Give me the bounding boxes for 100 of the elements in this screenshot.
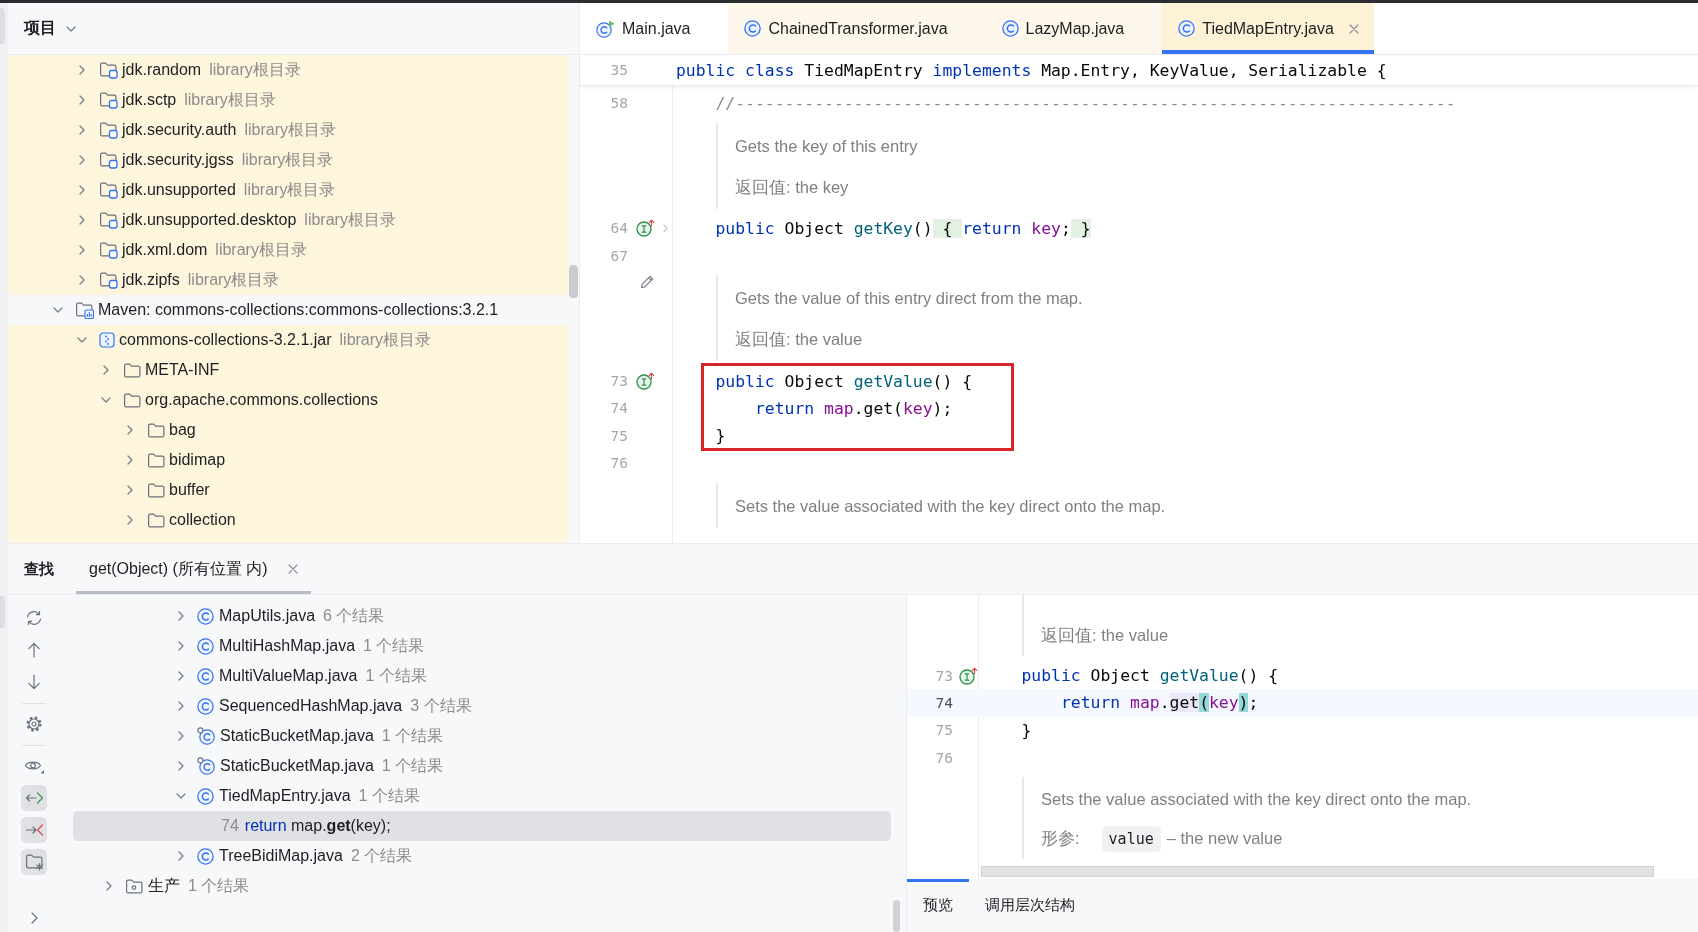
chevron-down-icon[interactable] (66, 25, 76, 32)
close-icon[interactable] (287, 564, 298, 574)
folder-badge-icon (99, 271, 118, 289)
chevron-right-icon[interactable] (127, 485, 133, 495)
preview-tab[interactable]: 预览 (907, 879, 969, 932)
search-tab[interactable]: get(Object) (所有位置 内) (76, 544, 311, 594)
result-row[interactable]: StaticBucketMap.java 1 个结果 (73, 721, 891, 751)
code-line: public Object getValue() { (1021, 666, 1279, 686)
editor-tab[interactable]: LazyMap.java (985, 3, 1163, 54)
tree-row[interactable]: Maven: commons-collections:commons-collections:3.2.1 (8, 295, 568, 325)
chevron-right-icon[interactable] (79, 275, 85, 285)
chevron-down-icon[interactable] (77, 337, 87, 343)
tree-item-label: bag (169, 421, 196, 439)
chevron-right-icon[interactable] (127, 455, 133, 465)
result-row[interactable]: SequencedHashMap.java 3 个结果 (73, 691, 891, 721)
folder-badge-icon (99, 151, 118, 169)
result-row[interactable]: 生产 1 个结果 (73, 871, 891, 901)
result-file-name: 生产 (148, 875, 180, 896)
chevron-right-icon[interactable] (30, 912, 38, 924)
code-snippet: return map.get(key); (244, 817, 391, 835)
archive-icon (99, 332, 115, 348)
pencil-icon[interactable] (639, 273, 655, 290)
close-icon[interactable] (1348, 23, 1359, 34)
result-count: 1 个结果 (188, 875, 250, 896)
chevron-right-icon[interactable] (79, 155, 85, 165)
chevron-right-icon[interactable] (79, 95, 85, 105)
panel-title[interactable]: 项目 (24, 18, 56, 39)
tree-item-note: library根目录 (304, 209, 396, 230)
arrow-down-icon[interactable] (27, 674, 41, 690)
line-number: 75 (934, 722, 953, 739)
doc-text: Gets the key of this entry (735, 135, 918, 157)
class-icon (744, 20, 762, 37)
editor-tab[interactable]: TiedMapEntry.java (1162, 3, 1374, 54)
preview-tab[interactable]: 调用层次结构 (969, 879, 1091, 932)
chevron-down-icon[interactable] (176, 793, 186, 799)
result-count: 3 个结果 (410, 695, 472, 716)
doc-text: 返回值: the key (735, 176, 849, 198)
result-count: 1 个结果 (363, 635, 425, 656)
editor-tab[interactable]: ChainedTransformer.java (728, 3, 986, 54)
result-row[interactable]: StaticBucketMap.java 1 个结果 (73, 751, 891, 781)
tree-item-note: library根目录 (243, 179, 336, 200)
chevron-right-icon[interactable] (79, 65, 85, 75)
write-access-button[interactable] (21, 817, 47, 843)
chevron-right-icon[interactable] (79, 125, 85, 135)
doc-text: 返回值: the value (735, 329, 863, 351)
code-line: } (715, 426, 726, 446)
implementation-marker-icon[interactable] (636, 372, 655, 391)
result-count: 1 个结果 (381, 725, 444, 746)
tree-item-label: collection (169, 511, 236, 529)
class-icon (1001, 20, 1019, 37)
chevron-right-icon[interactable] (178, 641, 184, 651)
horizontal-scrollbar[interactable] (981, 866, 1654, 877)
result-row[interactable]: MultiHashMap.java 1 个结果 (73, 631, 891, 661)
class-icon (197, 727, 215, 745)
chevron-down-icon[interactable] (101, 397, 111, 403)
result-row[interactable]: MultiValueMap.java 1 个结果 (73, 661, 891, 691)
arrow-up-icon[interactable] (27, 642, 41, 658)
line-number: 74 (934, 694, 953, 711)
scrollbar-thumb[interactable] (893, 900, 900, 932)
chevron-right-icon[interactable] (79, 185, 85, 195)
tree-item-label: jdk.sctp (122, 91, 177, 109)
folder-chart-icon (75, 301, 94, 319)
chevron-right-icon[interactable] (178, 731, 184, 741)
chevron-right-icon[interactable] (178, 671, 184, 681)
chevron-right-icon[interactable] (127, 515, 133, 525)
folder-icon (147, 452, 165, 468)
result-count: 2 个结果 (350, 845, 413, 866)
code-line: return map.get(key); (754, 398, 953, 418)
result-row[interactable]: TiedMapEntry.java 1 个结果 (73, 781, 891, 811)
read-access-button[interactable] (21, 785, 47, 811)
chevron-right-icon[interactable] (127, 425, 133, 435)
tree-item-label: jdk.zipfs (122, 271, 180, 289)
line-number: 67 (609, 247, 628, 264)
chevron-right-icon[interactable] (103, 365, 109, 375)
line-number: 76 (934, 749, 953, 766)
chevron-right-icon[interactable] (178, 851, 184, 861)
class-icon (197, 607, 214, 625)
chevron-down-icon[interactable] (53, 307, 63, 313)
tree-item-label: jdk.unsupported.desktop (122, 211, 297, 229)
arrow-left-chevron-icon[interactable] (24, 790, 44, 806)
implementation-marker-icon[interactable] (959, 666, 978, 685)
result-file-name: MultiValueMap.java (219, 667, 358, 685)
class-icon (197, 787, 214, 805)
code-line: public Object getValue() { (715, 371, 973, 391)
arrow-right-chevron-icon[interactable] (24, 822, 44, 838)
param-description: – the new value (1166, 828, 1283, 850)
chevron-right-icon[interactable] (79, 215, 85, 225)
result-row[interactable]: TreeBidiMap.java 2 个结果 (73, 841, 891, 871)
chevron-right-icon[interactable] (178, 761, 184, 771)
chevron-right-icon[interactable] (178, 701, 184, 711)
result-row[interactable]: 74 return map.get(key); (73, 811, 891, 841)
implementation-marker-icon[interactable] (636, 219, 655, 238)
chevron-right-icon[interactable] (79, 245, 85, 255)
tree-item-label: Maven: commons-collections:commons-collections:3.2.1 (98, 301, 499, 319)
doc-text: Sets the value associated with the key direct onto the map. (735, 495, 1166, 517)
result-row[interactable]: MapUtils.java 6 个结果 (73, 601, 891, 631)
refresh-icon[interactable] (25, 610, 43, 626)
chevron-right-icon[interactable] (178, 611, 184, 621)
scrollbar-thumb[interactable] (569, 265, 578, 298)
chevron-right-icon[interactable] (106, 881, 112, 891)
